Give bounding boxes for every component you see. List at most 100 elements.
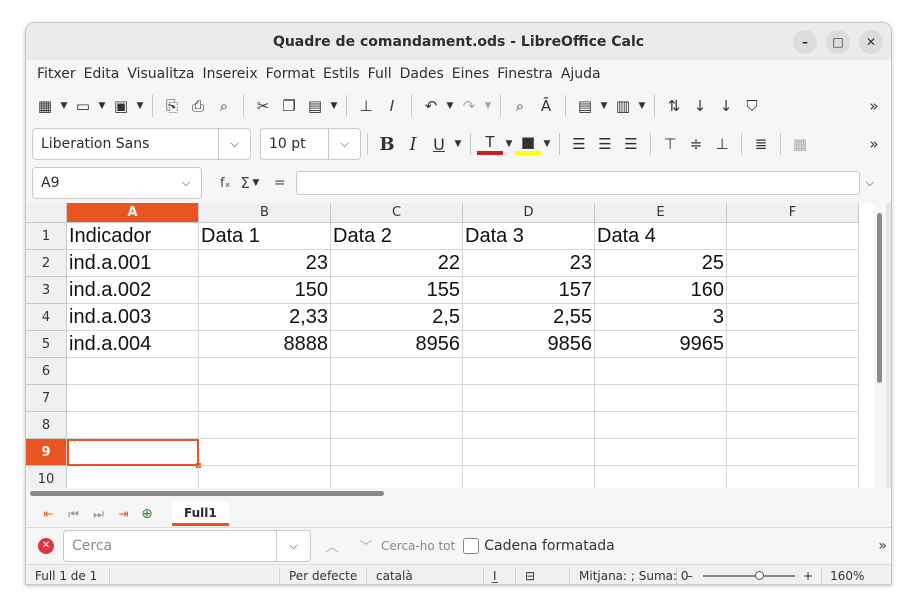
cell-a10[interactable] [67,466,199,488]
horizontal-scrollbar[interactable] [26,488,886,500]
row-icon[interactable]: ▤ [572,93,598,119]
name-box-value[interactable]: A9 [33,175,171,191]
previous-sheet-icon[interactable]: ⏮ [61,507,86,522]
vertical-scrollbar[interactable] [874,203,886,488]
menu-estils[interactable]: Estils [320,66,365,82]
zoom-slider[interactable] [703,570,795,580]
cell-b2[interactable]: 23 [199,250,331,277]
language-status[interactable]: català [367,567,484,584]
cell-d3[interactable]: 157 [463,277,595,304]
cell-e7[interactable] [595,385,727,412]
cell-b3[interactable]: 150 [199,277,331,304]
font-name-box[interactable]: Liberation Sans ⌵ [32,128,251,160]
cell-a1[interactable]: Indicador [67,223,199,250]
zoom-slider-knob[interactable] [755,570,764,580]
cell-a9[interactable] [67,439,199,466]
cell-c7[interactable] [331,385,463,412]
menu-eines[interactable]: Eines [449,66,495,82]
column-header-f[interactable]: F [727,203,859,223]
save-icon[interactable]: ▣ [108,93,134,119]
italic-button[interactable]: I [400,131,426,157]
column-header-c[interactable]: C [331,203,463,223]
cell-d4[interactable]: 2,55 [463,304,595,331]
chevron-down-icon[interactable]: ▼ [58,101,70,111]
column-header-e[interactable]: E [595,203,727,223]
cell-a7[interactable] [67,385,199,412]
chevron-down-icon[interactable]: ⌵ [218,129,250,159]
find-replace-icon[interactable]: ⌕ [507,93,533,119]
align-left-icon[interactable]: ☰ [566,131,592,157]
cell-b9[interactable] [199,439,331,466]
cell-f2[interactable] [727,250,859,277]
chevron-down-icon[interactable]: ⌵ [171,168,201,198]
cell-c4[interactable]: 2,5 [331,304,463,331]
cell-e6[interactable] [595,358,727,385]
cell-a8[interactable] [67,412,199,439]
cell-b4[interactable]: 2,33 [199,304,331,331]
sort-ascending-icon[interactable]: ↓ [687,93,713,119]
document-modified-icon[interactable]: ⊟ [516,567,570,584]
formatted-display-checkbox[interactable] [463,537,480,554]
selection-mode[interactable]: I̲ [484,567,516,584]
row-header-10[interactable]: 10 [26,466,67,488]
cell-c8[interactable] [331,412,463,439]
expand-formula-icon[interactable]: ⌵ [866,176,874,190]
align-right-icon[interactable]: ☰ [618,131,644,157]
close-button[interactable]: ✕ [859,30,883,54]
chevron-down-icon[interactable]: ▼ [503,139,515,149]
sort-descending-icon[interactable]: ↓ [713,93,739,119]
chevron-down-icon[interactable]: ▼ [541,139,553,149]
cell-d6[interactable] [463,358,595,385]
next-sheet-icon[interactable]: ⏭ [86,507,111,522]
cell-c5[interactable]: 8956 [331,331,463,358]
more-options-icon[interactable]: » [861,131,887,157]
chevron-down-icon[interactable]: ▼ [636,101,648,111]
cell-b5[interactable]: 8888 [199,331,331,358]
more-options-icon[interactable]: » [861,93,887,119]
last-sheet-icon[interactable]: ⇥ [111,507,136,521]
cell-a5[interactable]: ind.a.004 [67,331,199,358]
print-icon[interactable]: ⎙ [185,93,211,119]
row-header-8[interactable]: 8 [26,412,67,439]
find-input[interactable] [64,537,276,554]
chevron-down-icon[interactable]: ⌵ [276,530,310,561]
align-top-icon[interactable]: ⊤ [657,131,683,157]
merge-cells-icon[interactable]: ▦ [787,131,813,157]
column-icon[interactable]: ▥ [610,93,636,119]
clear-formatting-icon[interactable]: 𝐼 [379,93,405,119]
find-box[interactable]: ⌵ [63,529,311,562]
spreadsheet-grid[interactable]: A B C D E F 1 Indicador Data 1 Data 2 Data 3 Data 4… [26,203,891,488]
sort-icon[interactable]: ⇅ [661,93,687,119]
sidebar-edge[interactable] [886,203,891,488]
menu-format[interactable]: Format [263,66,320,82]
cut-icon[interactable]: ✂ [250,93,276,119]
cell-e3[interactable]: 160 [595,277,727,304]
cell-f4[interactable] [727,304,859,331]
align-center-icon[interactable]: ☰ [592,131,618,157]
column-header-a[interactable]: A [67,203,199,223]
find-next-icon[interactable]: ﹀ [353,536,379,555]
menu-ajuda[interactable]: Ajuda [558,66,606,82]
background-color-icon[interactable]: ■ [515,133,541,155]
vertical-scroll-thumb[interactable] [877,213,882,383]
cell-b6[interactable] [199,358,331,385]
menu-insereix[interactable]: Insereix [199,66,262,82]
selection-summary[interactable]: Mitjana: ; Suma: 0 [570,567,689,584]
row-header-5[interactable]: 5 [26,331,67,358]
cell-f10[interactable] [727,466,859,488]
cell-d2[interactable]: 23 [463,250,595,277]
row-header-4[interactable]: 4 [26,304,67,331]
cell-f3[interactable] [727,277,859,304]
font-size-value[interactable]: 10 pt [261,136,328,152]
cell-e2[interactable]: 25 [595,250,727,277]
cell-f5[interactable] [727,331,859,358]
add-sheet-icon[interactable]: ⊕ [136,506,158,522]
cell-d7[interactable] [463,385,595,412]
chevron-down-icon[interactable]: ▼ [96,101,108,111]
bold-button[interactable]: B [374,131,400,157]
minimize-button[interactable]: – [793,30,817,54]
formula-input[interactable] [295,171,860,195]
cell-f7[interactable] [727,385,859,412]
cell-a6[interactable] [67,358,199,385]
cell-e9[interactable] [595,439,727,466]
